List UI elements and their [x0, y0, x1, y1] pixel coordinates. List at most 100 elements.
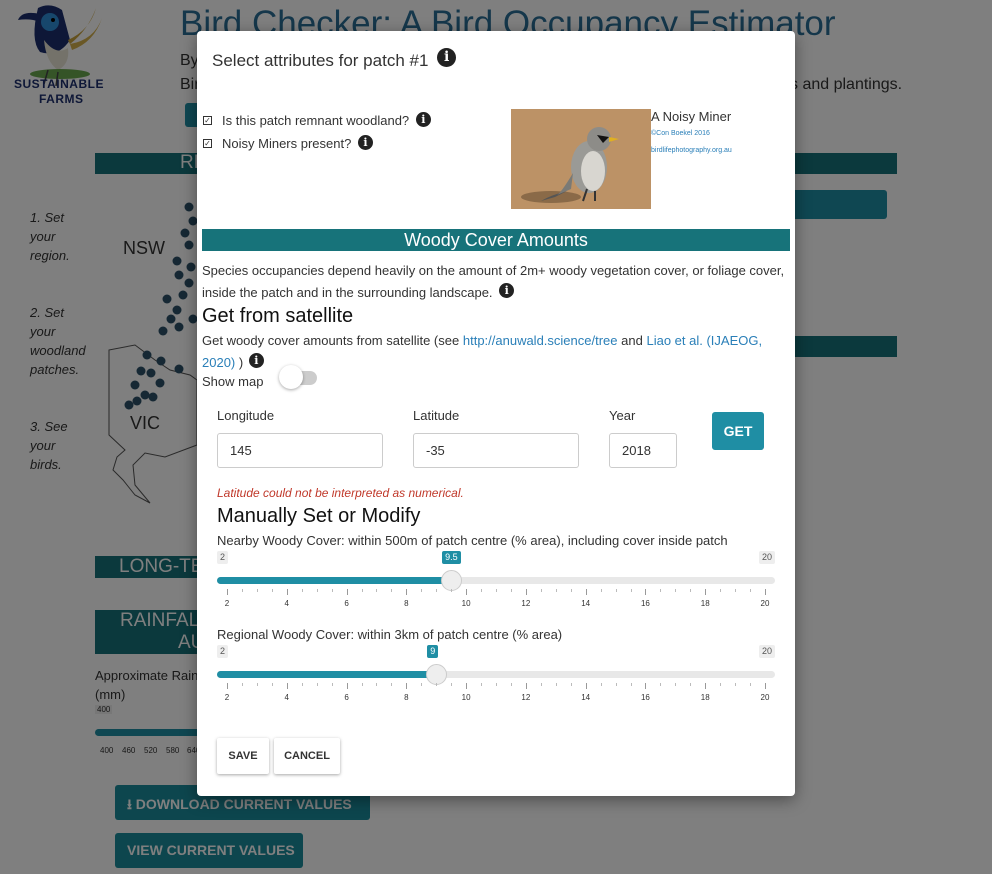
slider-tick — [227, 589, 228, 595]
slider-tick — [466, 589, 468, 595]
slider-tick — [227, 683, 228, 689]
slider-tick — [346, 683, 348, 689]
slider-minor-tick — [600, 683, 602, 686]
year-input[interactable]: 2018 — [609, 433, 677, 468]
slider-thumb[interactable] — [441, 570, 463, 591]
longitude-input[interactable]: 145 — [217, 433, 383, 468]
slider-minor-tick — [391, 589, 393, 592]
slider-minor-tick — [720, 589, 722, 592]
slider-tick — [466, 683, 468, 689]
slider-minor-tick — [421, 683, 423, 686]
slider-minor-tick — [316, 589, 318, 592]
slider-min-badge: 2 — [217, 551, 229, 564]
slider-minor-tick — [481, 589, 483, 592]
modal-title: Select attributes for patch #1 i — [212, 48, 457, 71]
slider-track[interactable] — [217, 570, 775, 591]
slider-tick-label: 14 — [581, 599, 591, 608]
slider-tick-label: 4 — [284, 599, 289, 608]
slider-minor-tick — [391, 683, 393, 686]
slider-tick-label: 14 — [581, 693, 591, 702]
show-map-label: Show map — [202, 374, 264, 389]
slider-max-badge: 20 — [758, 551, 775, 564]
slider-minor-tick — [301, 589, 303, 592]
noisy-miners-row: Noisy Miners present? i — [222, 135, 373, 151]
slider-minor-tick — [750, 589, 752, 592]
slider-max-badge: 20 — [758, 645, 775, 658]
get-satellite-button[interactable]: GET — [712, 412, 764, 450]
slider-minor-tick — [510, 589, 512, 592]
photo-caption: A Noisy Miner — [651, 109, 732, 124]
show-map-toggle[interactable] — [279, 365, 317, 389]
slider-minor-tick — [451, 683, 453, 686]
slider-tick-label: 8 — [404, 693, 409, 702]
slider-tick-label: 18 — [700, 599, 710, 608]
slider-tick — [705, 589, 707, 595]
info-icon[interactable]: i — [499, 283, 515, 299]
slider-tick — [645, 589, 647, 595]
slider-tick-label: 2 — [224, 599, 230, 608]
info-icon[interactable]: i — [357, 135, 373, 151]
slider-tick-label: 2 — [224, 693, 230, 702]
nearby-woody-cover-slider[interactable]: 2 20 9.5 2 4 6 8 10 12 14 16 18 20 — [217, 551, 775, 611]
save-button[interactable]: SAVE — [217, 738, 269, 774]
slider-minor-tick — [555, 589, 557, 592]
noisy-miners-checkbox[interactable]: ✓ — [203, 139, 212, 148]
slider-tick-label: 8 — [404, 599, 409, 608]
slider-minor-tick — [361, 589, 363, 592]
remnant-woodland-label: Is this patch remnant woodland? — [222, 113, 410, 128]
slider-minor-tick — [361, 683, 363, 686]
info-icon[interactable]: i — [415, 112, 431, 128]
latitude-input[interactable]: -35 — [413, 433, 579, 468]
photo-source-link[interactable]: birdlifephotography.org.au — [651, 147, 791, 154]
slider-minor-tick — [496, 683, 497, 686]
slider-tick — [765, 589, 766, 595]
slider-minor-tick — [540, 683, 542, 686]
woody-cover-description-text: Species occupancies depend heavily on th… — [202, 263, 785, 300]
slider-min-badge: 2 — [217, 645, 229, 658]
slider-tick — [406, 683, 408, 689]
cancel-button[interactable]: CANCEL — [274, 738, 340, 774]
slider-tick-label: 12 — [521, 599, 531, 608]
slider-tick-label: 20 — [760, 599, 770, 608]
slider-tick — [705, 683, 707, 689]
slider-tick — [406, 589, 408, 595]
slider-minor-tick — [331, 589, 333, 592]
slider-tick — [346, 589, 348, 595]
slider-thumb[interactable] — [426, 664, 448, 685]
remnant-woodland-checkbox[interactable]: ✓ — [203, 116, 212, 125]
woody-cover-description: Species occupancies depend heavily on th… — [202, 260, 792, 304]
woody-cover-heading: Woody Cover Amounts — [202, 229, 790, 251]
slider-minor-tick — [496, 589, 497, 592]
slider-minor-tick — [271, 589, 273, 592]
regional-woody-cover-slider[interactable]: 2 20 9 2 4 6 8 10 12 14 16 18 20 — [217, 645, 775, 705]
slider-minor-tick — [421, 589, 423, 592]
satellite-text: Get woody cover amounts from satellite (… — [202, 333, 460, 348]
photo-credit-link[interactable]: ©Con Boekel 2016 — [651, 130, 791, 137]
slider-minor-tick — [436, 683, 438, 686]
slider-tick — [286, 683, 288, 689]
info-icon[interactable]: i — [437, 48, 457, 68]
toggle-knob — [279, 365, 303, 389]
slider-value-badge: 9 — [427, 645, 439, 658]
slider-minor-tick — [735, 589, 737, 592]
slider-track[interactable] — [217, 664, 775, 685]
slider-value-badge: 9.5 — [442, 551, 461, 564]
slider-minor-tick — [675, 683, 677, 686]
info-icon[interactable]: i — [248, 353, 264, 369]
slider-minor-tick — [615, 589, 617, 592]
slider-minor-tick — [750, 683, 752, 686]
noisy-miner-bird-icon — [511, 109, 651, 209]
photo-caption-block: A Noisy Miner ©Con Boekel 2016 birdlifep… — [651, 109, 791, 154]
slider-minor-tick — [436, 589, 438, 592]
year-label: Year — [609, 408, 636, 423]
nearby-woody-cover-label: Nearby Woody Cover: within 500m of patch… — [217, 533, 728, 548]
slider-minor-tick — [675, 589, 677, 592]
slider-minor-tick — [241, 683, 243, 686]
regional-woody-cover-label: Regional Woody Cover: within 3km of patc… — [217, 627, 563, 642]
anuwald-link[interactable]: http://anuwald.science/tree — [463, 333, 618, 348]
slider-minor-tick — [510, 683, 512, 686]
slider-minor-tick — [316, 683, 318, 686]
slider-minor-tick — [451, 589, 453, 592]
slider-tick — [645, 683, 647, 689]
slider-ticks: 2 4 6 8 10 12 14 16 18 20 — [217, 683, 775, 703]
